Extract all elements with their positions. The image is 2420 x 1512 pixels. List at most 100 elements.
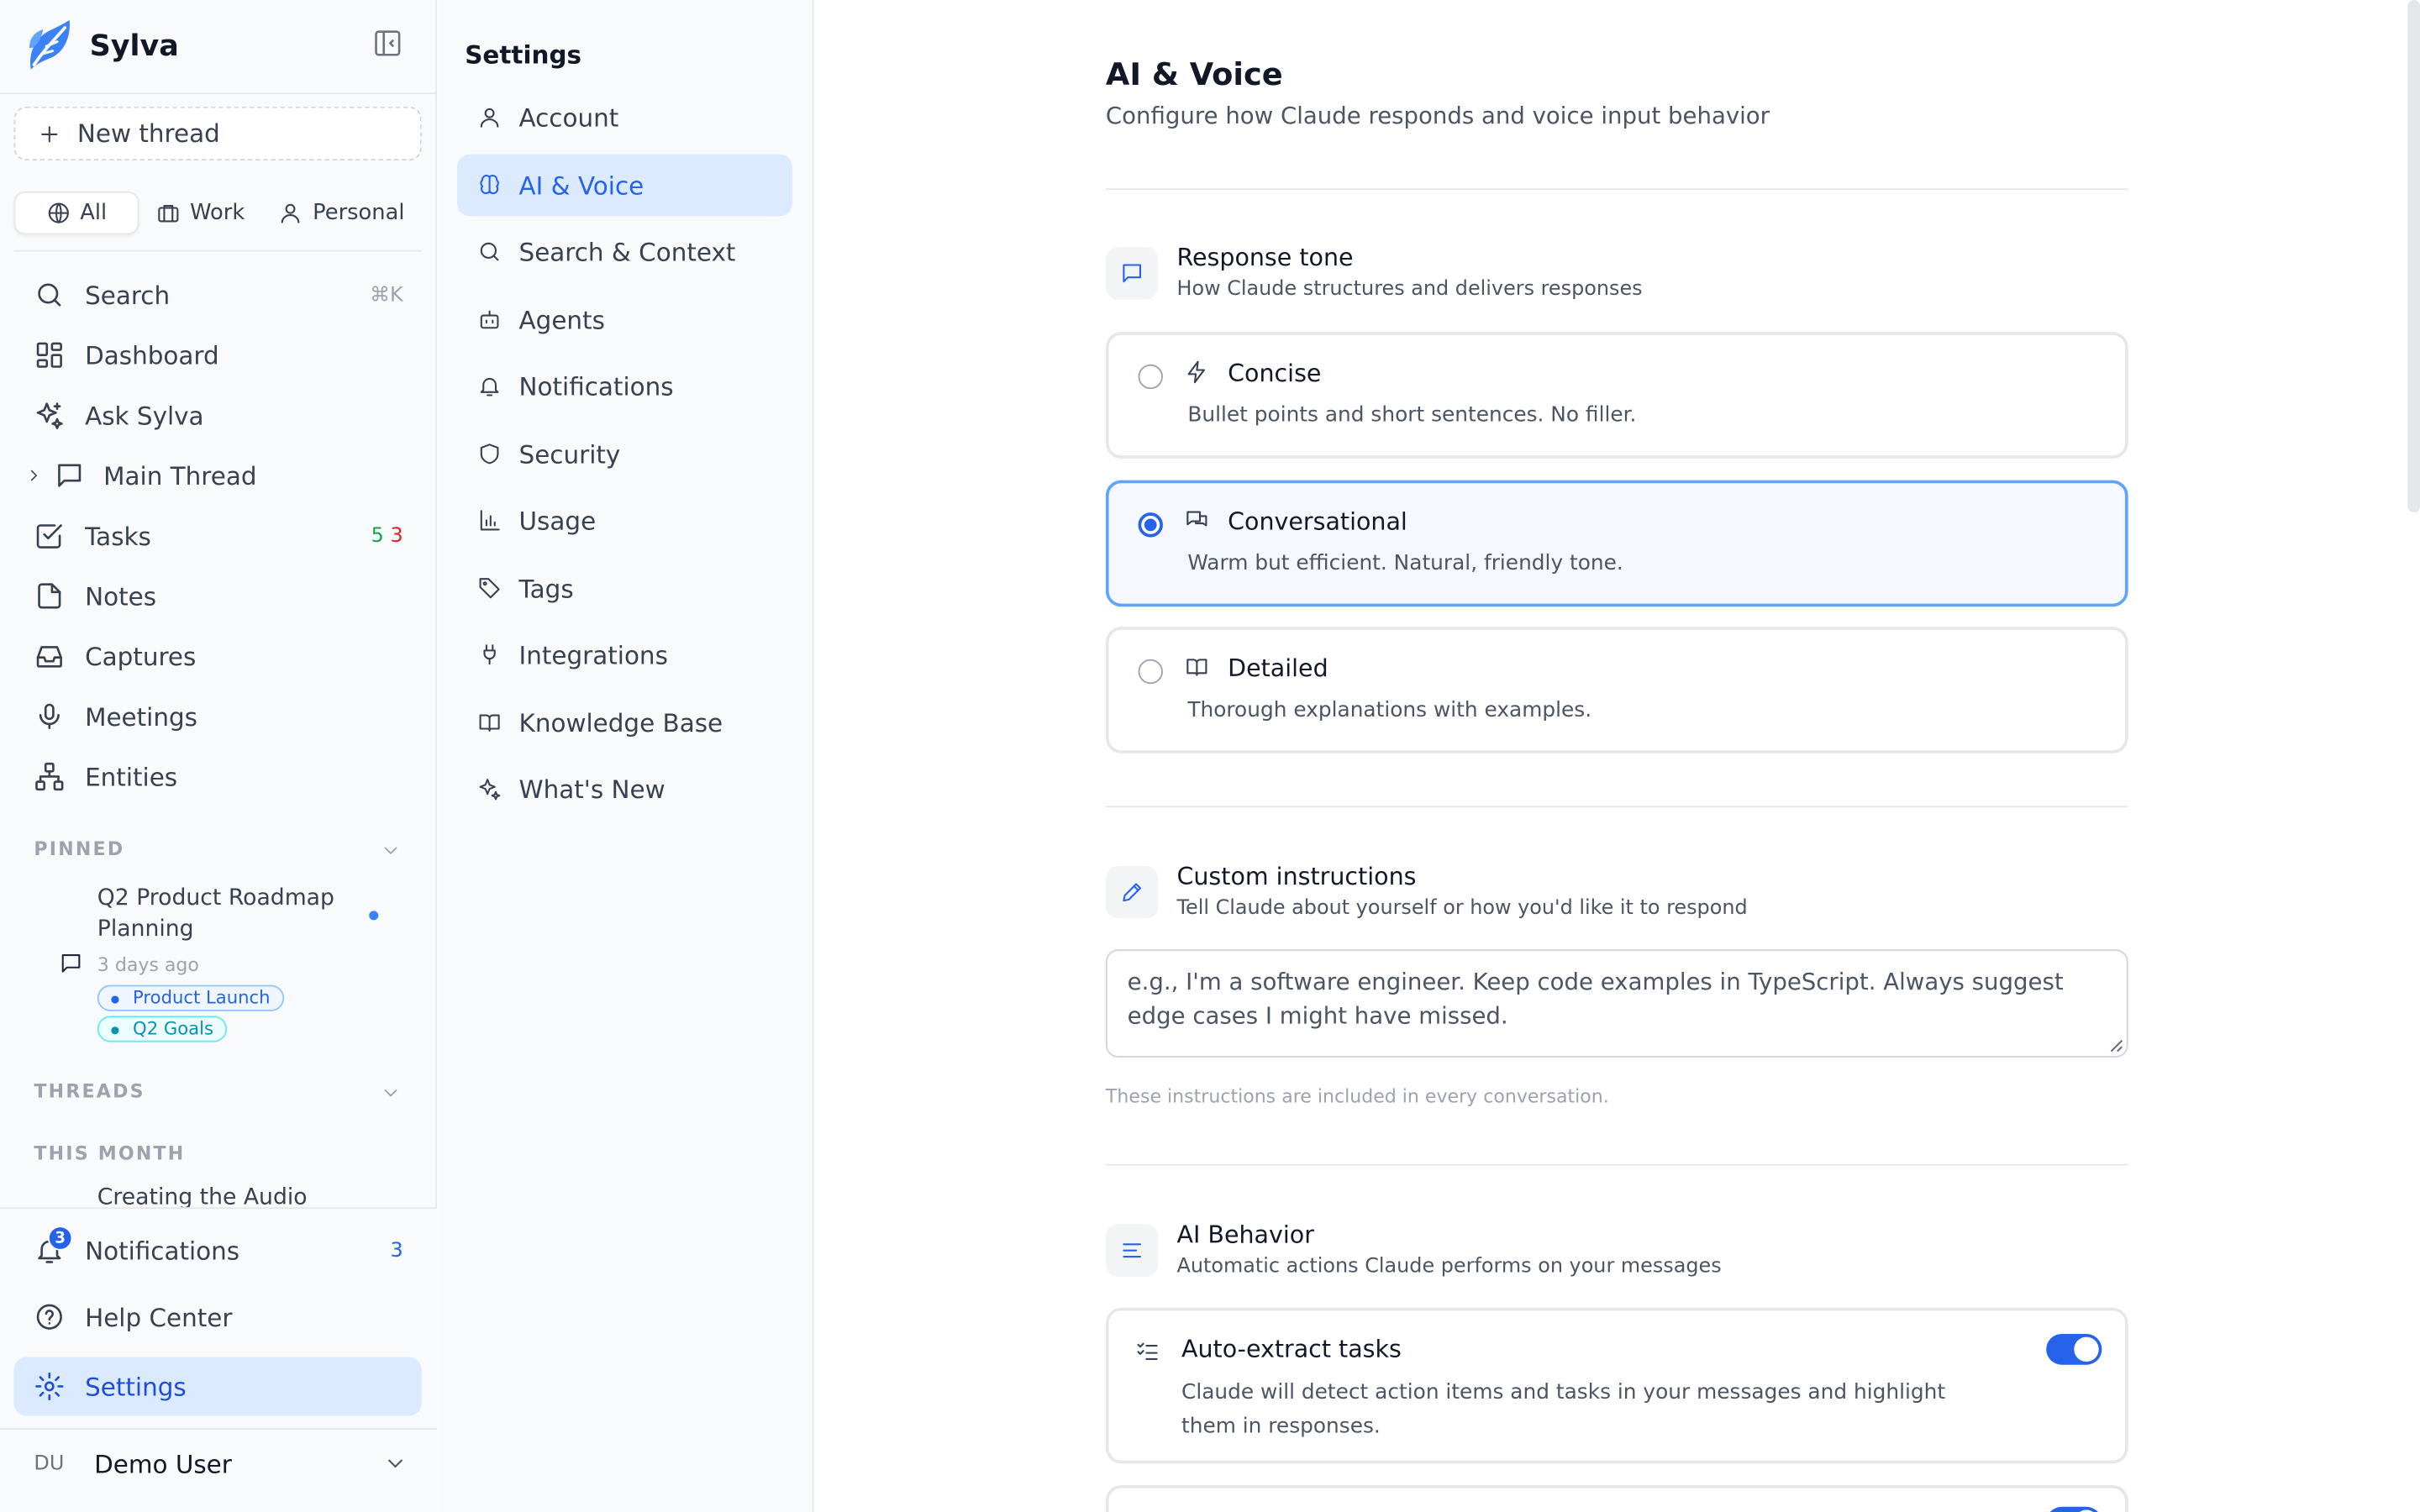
radio-button[interactable] — [1138, 659, 1163, 685]
sidebar-item-tasks[interactable]: Tasks 5 3 — [14, 508, 422, 564]
option-title: Concise — [1228, 360, 1322, 388]
sidebar-item-dashboard[interactable]: Dashboard — [14, 328, 422, 383]
tag-chip[interactable]: Q2 Goals — [97, 1016, 228, 1042]
chevron-down-icon[interactable] — [383, 1452, 408, 1476]
new-thread-button[interactable]: New thread — [13, 106, 422, 161]
divider — [1105, 188, 2128, 191]
custom-instructions-desc: Tell Claude about yourself or how you'd … — [1176, 896, 1748, 921]
sidebar-item-label: Help Center — [85, 1302, 233, 1332]
settings-item-knowledge-base[interactable]: Knowledge Base — [457, 691, 792, 753]
sidebar-collapse-icon[interactable] — [372, 28, 406, 61]
sidebar-item-entities[interactable]: Entities — [14, 748, 422, 804]
this-month-label: THIS MONTH — [34, 1142, 186, 1164]
option-title: Detailed — [1228, 654, 1328, 683]
user-menu[interactable]: DU Demo User — [34, 1436, 408, 1491]
bot-icon — [480, 310, 499, 329]
chevron-down-icon[interactable] — [380, 840, 402, 862]
sidebar-item-help-center[interactable]: Help Center — [14, 1289, 422, 1345]
chevron-right-icon[interactable] — [24, 466, 43, 485]
user-name: Demo User — [94, 1448, 232, 1478]
sidebar-item-meetings[interactable]: Meetings — [14, 689, 422, 744]
sidebar-item-settings[interactable]: Settings — [13, 1357, 422, 1416]
filter-all[interactable]: All — [13, 191, 139, 235]
book-icon — [479, 714, 500, 732]
auto-extract-tasks-card: Auto-extract tasks Claude will detect ac… — [1105, 1307, 2128, 1464]
settings-item-search-context[interactable]: Search & Context — [457, 221, 792, 283]
divider — [13, 249, 422, 252]
sidebar-item-label: Entities — [85, 762, 178, 791]
filter-personal[interactable]: Personal — [261, 192, 421, 234]
resize-handle-icon[interactable] — [2108, 1037, 2123, 1053]
settings-item-integrations[interactable]: Integrations — [457, 624, 792, 686]
threads-section-label: THREADS — [34, 1080, 145, 1103]
bell-icon — [480, 377, 499, 396]
sidebar-item-notes[interactable]: Notes — [14, 568, 422, 623]
app-window: Sylva New thread All Work Personal Searc… — [0, 0, 2420, 1512]
settings-item-tags[interactable]: Tags — [457, 557, 792, 619]
tone-option-conversational[interactable]: Conversational Warm but efficient. Natur… — [1105, 480, 2128, 607]
chevron-down-icon[interactable] — [380, 1082, 402, 1104]
auto-extract-toggle[interactable] — [2046, 1333, 2102, 1365]
sidebar-item-label: Search — [85, 280, 171, 310]
auto-extract-title: Auto-extract tasks — [1181, 1335, 1402, 1363]
settings-nav: Settings Account AI & Voice Search & Con… — [438, 0, 814, 1512]
divider — [1105, 806, 2128, 808]
radio-button-selected[interactable] — [1138, 512, 1163, 538]
filter-work[interactable]: Work — [139, 192, 261, 234]
sidebar-item-ask-sylva[interactable]: Ask Sylva — [14, 387, 422, 443]
tag-icon — [479, 578, 500, 599]
settings-title: Settings — [465, 39, 582, 70]
behavior-toggle[interactable] — [2046, 1506, 2102, 1512]
settings-item-label: What's New — [518, 774, 666, 804]
next-behavior-card — [1105, 1485, 2128, 1512]
brand[interactable]: Sylva — [24, 15, 179, 77]
tone-option-detailed[interactable]: Detailed Thorough explanations with exam… — [1105, 627, 2128, 753]
settings-item-label: AI & Voice — [518, 171, 644, 201]
network-icon — [35, 762, 64, 791]
scrollbar-thumb[interactable] — [2407, 0, 2420, 513]
settings-item-ai-voice[interactable]: AI & Voice — [457, 154, 792, 217]
radio-button[interactable] — [1138, 364, 1163, 390]
sidebar-item-captures[interactable]: Captures — [14, 628, 422, 684]
settings-content: AI & Voice Configure how Claude responds… — [813, 0, 2420, 1512]
sparkles-icon — [36, 402, 63, 430]
sidebar-item-main-thread[interactable]: Main Thread — [14, 448, 422, 503]
sidebar-item-notifications[interactable]: Notifications 3 — [14, 1223, 422, 1278]
dashboard-icon — [36, 342, 62, 368]
option-title: Conversational — [1228, 507, 1407, 536]
divider — [1105, 1163, 2128, 1166]
settings-item-notifications[interactable]: Notifications — [457, 355, 792, 417]
settings-item-security[interactable]: Security — [457, 423, 792, 486]
filter-label: All — [80, 200, 108, 226]
settings-item-label: Integrations — [518, 639, 668, 669]
settings-item-label: Security — [518, 438, 621, 469]
notification-badge: 3 — [47, 1226, 73, 1251]
sidebar-item-label: Notes — [85, 580, 157, 611]
textarea-placeholder: e.g., I'm a software engineer. Keep code… — [1127, 968, 2064, 1030]
settings-item-usage[interactable]: Usage — [457, 490, 792, 552]
ai-behavior-title: AI Behavior — [1176, 1221, 1314, 1249]
lightning-icon — [1187, 360, 1205, 384]
plus-icon — [41, 125, 58, 142]
globe-icon — [48, 202, 69, 223]
settings-item-label: Usage — [518, 505, 597, 535]
option-desc: Warm but efficient. Natural, friendly to… — [1187, 551, 1623, 576]
settings-item-account[interactable]: Account — [457, 87, 792, 149]
sidebar-item-label: Notifications — [85, 1236, 240, 1266]
plug-icon — [483, 644, 496, 665]
tone-option-concise[interactable]: Concise Bullet points and short sentence… — [1105, 332, 2128, 459]
response-tone-desc: How Claude structures and delivers respo… — [1176, 277, 1643, 302]
new-thread-label: New thread — [76, 118, 220, 149]
divider — [0, 1428, 438, 1430]
response-tone-title: Response tone — [1176, 244, 1354, 272]
settings-item-label: Tags — [518, 573, 574, 603]
sidebar-item-label: Captures — [85, 641, 197, 671]
custom-instructions-textarea[interactable]: e.g., I'm a software engineer. Keep code… — [1105, 949, 2128, 1058]
settings-item-whats-new[interactable]: What's New — [457, 758, 792, 820]
settings-item-agents[interactable]: Agents — [457, 289, 792, 351]
sidebar-item-search[interactable]: Search ⌘K — [14, 267, 422, 323]
settings-item-label: Agents — [518, 304, 605, 334]
sidebar-item-label: Main Thread — [103, 460, 257, 491]
tag-chip[interactable]: Product Launch — [97, 984, 285, 1011]
message-icon — [61, 954, 81, 973]
